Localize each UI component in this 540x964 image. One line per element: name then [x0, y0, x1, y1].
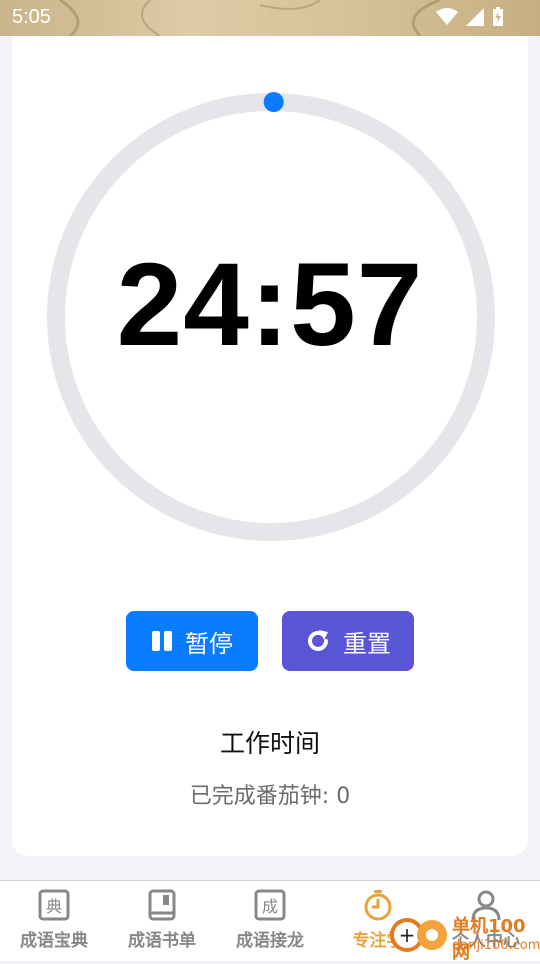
- progress-indicator-dot: [263, 92, 284, 112]
- nav-label-profile: 个人中心: [452, 931, 520, 951]
- focus-timer-card: 24:57 暂停 重置 工作时间 已完成番茄钟: 0: [12, 36, 528, 856]
- nav-item-profile[interactable]: 个人中心: [432, 881, 540, 961]
- reset-button[interactable]: 重置: [282, 611, 414, 671]
- pause-button[interactable]: 暂停: [126, 611, 258, 671]
- nav-label-dictionary: 成语宝典: [20, 931, 88, 951]
- status-bar: 5:05: [0, 0, 540, 36]
- status-time: 5:05: [12, 6, 51, 28]
- bottom-navigation: 典 成语宝典 成语书单 成 成语接龙 专注学 个人中心: [0, 880, 540, 961]
- session-mode-label: 工作时间: [219, 729, 320, 758]
- nav-item-booklist[interactable]: 成语书单: [108, 881, 216, 961]
- svg-text:典: 典: [46, 897, 62, 916]
- timer-display: 24:57: [116, 239, 424, 371]
- completed-count-label: 已完成番茄钟: 0: [189, 784, 351, 809]
- dictionary-icon: 典: [38, 889, 70, 921]
- nav-item-chain[interactable]: 成 成语接龙: [216, 881, 324, 961]
- book-icon: [148, 889, 176, 921]
- signal-icon: [466, 8, 484, 26]
- svg-text:成: 成: [262, 897, 278, 916]
- battery-icon: [493, 7, 503, 26]
- nav-item-dictionary[interactable]: 典 成语宝典: [0, 881, 108, 961]
- reset-icon: [308, 630, 328, 651]
- pause-button-label: 暂停: [185, 629, 233, 658]
- nav-item-focus[interactable]: 专注学: [324, 881, 432, 961]
- pause-icon: [152, 631, 172, 651]
- timer-icon: [364, 890, 392, 921]
- person-icon: [471, 890, 501, 921]
- wifi-icon: [436, 8, 458, 25]
- status-icons: [436, 7, 504, 27]
- chain-icon: 成: [254, 889, 286, 921]
- nav-label-chain: 成语接龙: [236, 931, 304, 951]
- nav-label-booklist: 成语书单: [128, 931, 196, 951]
- nav-label-focus: 专注学: [352, 931, 404, 951]
- reset-button-label: 重置: [343, 629, 391, 658]
